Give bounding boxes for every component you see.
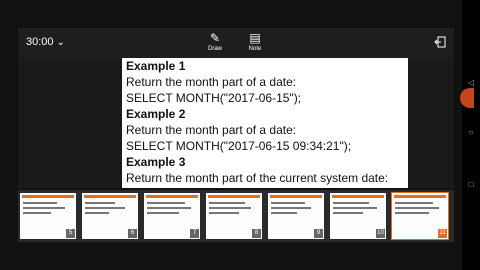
slide-line: Example 1 bbox=[126, 59, 186, 73]
thumbnail-text-line bbox=[85, 202, 115, 204]
slide-line: Return the month part of a date: bbox=[126, 123, 297, 137]
draw-label: Draw bbox=[207, 46, 222, 52]
pencil-icon: ✎ bbox=[209, 31, 221, 45]
note-icon: ▤ bbox=[249, 31, 261, 45]
timer-value: 30:00 bbox=[26, 36, 54, 48]
thumbnail-title-bar bbox=[332, 195, 384, 198]
thumbnail-text-line bbox=[271, 207, 311, 209]
thumbnail-text-line bbox=[333, 202, 369, 204]
thumbnail-number: 5 bbox=[66, 229, 75, 238]
system-nav-bar: ◁ ○ □ bbox=[462, 0, 480, 270]
thumbnail-text-line bbox=[23, 202, 57, 204]
thumbnail-number: 7 bbox=[190, 229, 199, 238]
thumbnail-text-line bbox=[395, 202, 433, 204]
thumbnail-title-bar bbox=[208, 195, 260, 198]
slide-thumbnail[interactable]: 9 bbox=[268, 193, 324, 239]
thumbnail-text-line bbox=[395, 212, 429, 214]
thumbnail-title-bar bbox=[270, 195, 322, 198]
slide-thumbnail[interactable]: 5 bbox=[20, 193, 76, 239]
note-label: Note bbox=[248, 46, 262, 52]
slide-line: Example 2 bbox=[126, 107, 186, 121]
thumbnail-title-bar bbox=[84, 195, 136, 198]
home-icon[interactable]: ○ bbox=[466, 128, 476, 137]
presenter-toolbar: 30:00 ⌄ ✎ Draw ▤ Note bbox=[18, 28, 454, 58]
thumbnail-number: 10 bbox=[376, 229, 385, 238]
thumbnail-text-line bbox=[23, 207, 65, 209]
thumbnail-text-line bbox=[395, 207, 439, 209]
thumbnail-number: 9 bbox=[314, 229, 323, 238]
slide-area: Example 1 Return the month part of a dat… bbox=[18, 58, 454, 188]
floating-assist-button[interactable] bbox=[460, 88, 474, 108]
timer[interactable]: 30:00 ⌄ bbox=[26, 36, 65, 48]
thumbnail-title-bar bbox=[394, 195, 446, 198]
exit-icon[interactable] bbox=[434, 36, 446, 48]
presentation-screen: 30:00 ⌄ ✎ Draw ▤ Note Example 1 Return t… bbox=[0, 0, 480, 270]
slide-line: Return the month part of the current sys… bbox=[126, 171, 389, 185]
thumbnail-text-line bbox=[85, 212, 109, 214]
back-icon[interactable]: ◁ bbox=[466, 78, 476, 87]
slide-line: SELECT MONTH("2017-06-15"); bbox=[126, 91, 302, 105]
thumbnail-text-line bbox=[209, 212, 239, 214]
thumbnail-text-line bbox=[333, 207, 377, 209]
thumbnail-text-line bbox=[271, 212, 297, 214]
chevron-down-icon: ⌄ bbox=[56, 36, 65, 48]
thumbnail-text-line bbox=[209, 202, 245, 204]
thumbnail-text-line bbox=[85, 207, 125, 209]
thumbnail-number: 8 bbox=[252, 229, 261, 238]
draw-button[interactable]: ✎ Draw bbox=[200, 31, 230, 53]
thumbnail-text-line bbox=[147, 212, 179, 214]
thumbnail-text-line bbox=[271, 202, 305, 204]
thumbnail-text-line bbox=[333, 212, 363, 214]
thumbnail-text-line bbox=[147, 207, 191, 209]
note-button[interactable]: ▤ Note bbox=[240, 31, 270, 53]
thumbnail-title-bar bbox=[22, 195, 74, 198]
slide-thumbnail-current[interactable]: 11 bbox=[391, 192, 449, 240]
recents-icon[interactable]: □ bbox=[466, 180, 476, 189]
slide-thumbnail[interactable]: 8 bbox=[206, 193, 262, 239]
slide-thumbnail[interactable]: 7 bbox=[144, 193, 200, 239]
thumbnail-text-line bbox=[23, 212, 51, 214]
thumbnail-text-line bbox=[209, 207, 251, 209]
thumbnail-title-bar bbox=[146, 195, 198, 198]
slide-thumbnail[interactable]: 6 bbox=[82, 193, 138, 239]
thumbnail-number: 11 bbox=[438, 229, 447, 238]
slide-line: Return the month part of a date: bbox=[126, 75, 297, 89]
current-slide[interactable]: Example 1 Return the month part of a dat… bbox=[122, 58, 408, 188]
slide-thumbnail-strip: 5 6 7 8 9 10 11 bbox=[18, 190, 454, 242]
thumbnail-number: 6 bbox=[128, 229, 137, 238]
slide-line: Example 3 bbox=[126, 155, 186, 169]
thumbnail-text-line bbox=[147, 202, 185, 204]
slide-thumbnail[interactable]: 10 bbox=[330, 193, 386, 239]
slide-line: SELECT MONTH("2017-06-15 09:34:21"); bbox=[126, 139, 352, 153]
